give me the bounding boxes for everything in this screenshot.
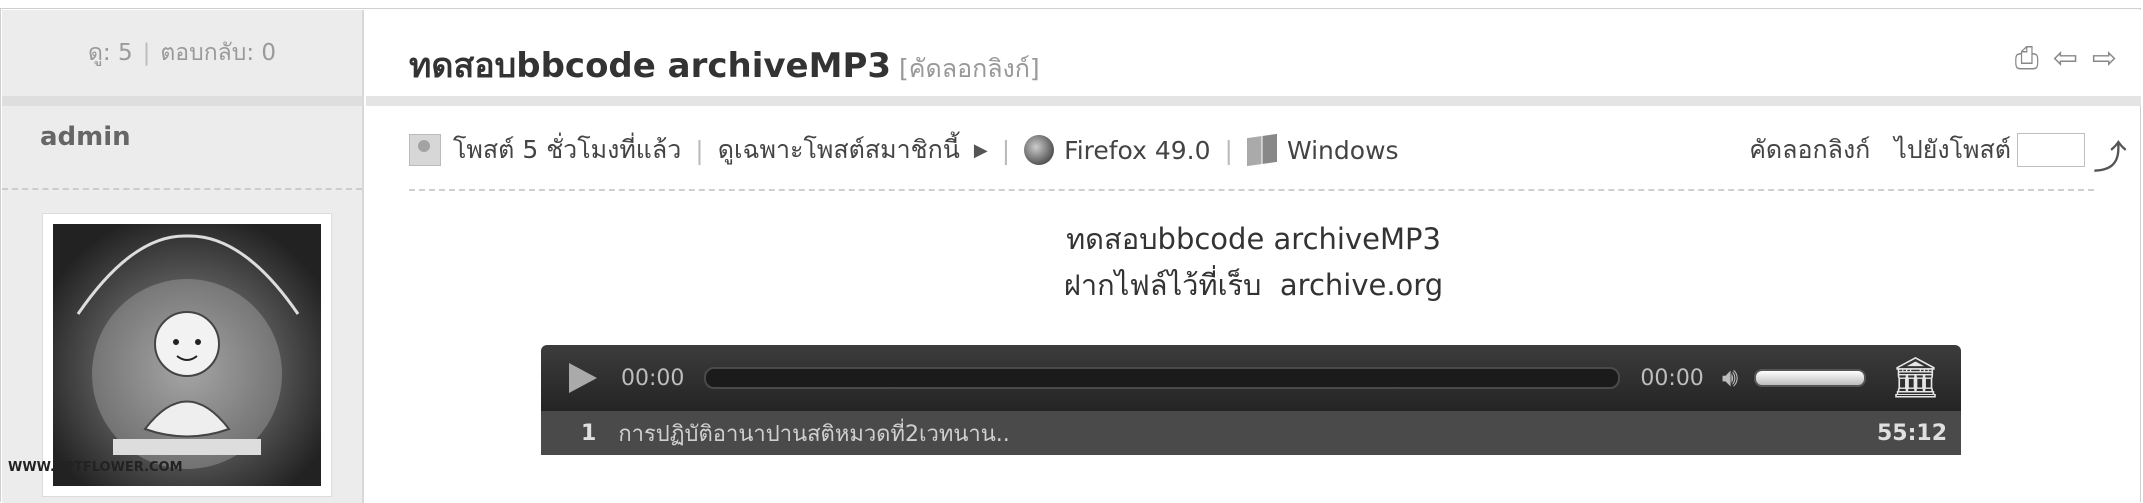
post-main: ทดสอบbbcode archiveMP3 [คัดลอกลิงก์] ⎙ ⇦ …: [366, 10, 2141, 503]
avatar-watermark: WWW.PPTFLOWER.COM: [8, 460, 183, 475]
author-name[interactable]: admin: [40, 122, 131, 152]
post-info-bar: โพสต์ 5 ชั่วโมงที่แล้ว | ดูเฉพาะโพสต์สมา…: [409, 130, 1399, 170]
thread-title-text: ทดสอบbbcode archiveMP3: [409, 46, 892, 86]
os-info: Windows: [1286, 135, 1399, 165]
firefox-icon: [1024, 135, 1055, 165]
arrow-right-icon[interactable]: ⇨: [2092, 44, 2117, 74]
online-status-icon: [409, 134, 441, 166]
volume-icon[interactable]: 🔊︎: [1722, 363, 1738, 394]
info-divider: |: [1224, 135, 1233, 165]
copy-link-button[interactable]: คัดลอกลิงก์: [1749, 130, 1870, 170]
windows-icon: [1246, 133, 1277, 167]
post-time: โพสต์ 5 ชั่วโมงที่แล้ว: [453, 135, 682, 164]
archive-logo-icon[interactable]: 🏛︎: [1890, 358, 1941, 398]
info-divider: |: [695, 135, 704, 165]
track-number: 1: [581, 420, 597, 446]
header-divider: [366, 96, 2141, 106]
audio-player: 00:00 00:00 🔊︎ 🏛︎ 1 การปฏิบัติอานาปานสติ…: [541, 345, 1961, 503]
goto-arrow-icon[interactable]: ⤴: [2093, 130, 2127, 179]
triangle-right-icon: ▶: [973, 139, 988, 161]
arrow-left-icon[interactable]: ⇦: [2053, 44, 2078, 74]
browser-info: Firefox 49.0: [1064, 135, 1211, 165]
printer-icon[interactable]: ⎙: [2015, 44, 2039, 74]
copy-link-title[interactable]: [คัดลอกลิงก์]: [899, 54, 1040, 83]
post-content: ทดสอบbbcode archiveMP3 ฝากไฟล์ไว้ที่เร็บ…: [366, 216, 2141, 308]
watermark-text: WWW.PPTFLOWER.COM: [8, 460, 183, 475]
thread-title: ทดสอบbbcode archiveMP3 [คัดลอกลิงก์]: [409, 38, 1040, 92]
avatar-image: [53, 224, 321, 486]
player-controls: 00:00 00:00 🔊︎ 🏛︎: [541, 345, 1961, 411]
goto-post-input[interactable]: [2017, 133, 2085, 167]
content-line: ฝากไฟล์ไว้ที่เร็บ archive.org: [1063, 268, 1444, 302]
stats-divider: |: [142, 40, 151, 66]
content-line: ทดสอบbbcode archiveMP3: [1066, 222, 1441, 256]
thread-tools: ⎙ ⇦ ⇨: [2015, 44, 2117, 74]
total-time: 00:00: [1640, 365, 1704, 391]
playlist-item[interactable]: 1 การปฏิบัติอานาปานสติหมวดที่2เวทนาน.. 5…: [541, 411, 1961, 455]
progress-bar[interactable]: [704, 367, 1621, 389]
post-container: ดู: 5 | ตอบกลับ: 0 admin WWW.PPTFLOWER.C…: [0, 8, 2141, 503]
thread-stats: ดู: 5 | ตอบกลับ: 0: [2, 10, 362, 96]
track-duration: 55:12: [1876, 420, 1947, 446]
views-count: ดู: 5: [87, 40, 133, 66]
author-avatar[interactable]: [42, 213, 332, 497]
sidebar-divider: [2, 96, 362, 106]
play-icon[interactable]: [569, 363, 597, 393]
post-nav: คัดลอกลิงก์ ไปยังโพสต์: [1749, 130, 2085, 170]
replies-count: ตอบกลับ: 0: [160, 40, 277, 66]
post-dashed-divider: [409, 189, 2094, 191]
track-title: การปฏิบัติอานาปานสติหมวดที่2เวทนาน..: [618, 421, 1010, 447]
author-dashed-divider: [2, 188, 362, 190]
goto-post-label: ไปยังโพสต์: [1894, 135, 2011, 164]
info-divider: |: [1001, 135, 1011, 165]
thread-header: ทดสอบbbcode archiveMP3 [คัดลอกลิงก์] ⎙ ⇦ …: [366, 10, 2141, 96]
volume-slider[interactable]: [1754, 369, 1867, 387]
author-sidebar: ดู: 5 | ตอบกลับ: 0 admin WWW.PPTFLOWER.C…: [2, 10, 364, 503]
only-member-link[interactable]: ดูเฉพาะโพสต์สมาชิกนี้: [718, 130, 960, 170]
current-time: 00:00: [621, 365, 685, 391]
